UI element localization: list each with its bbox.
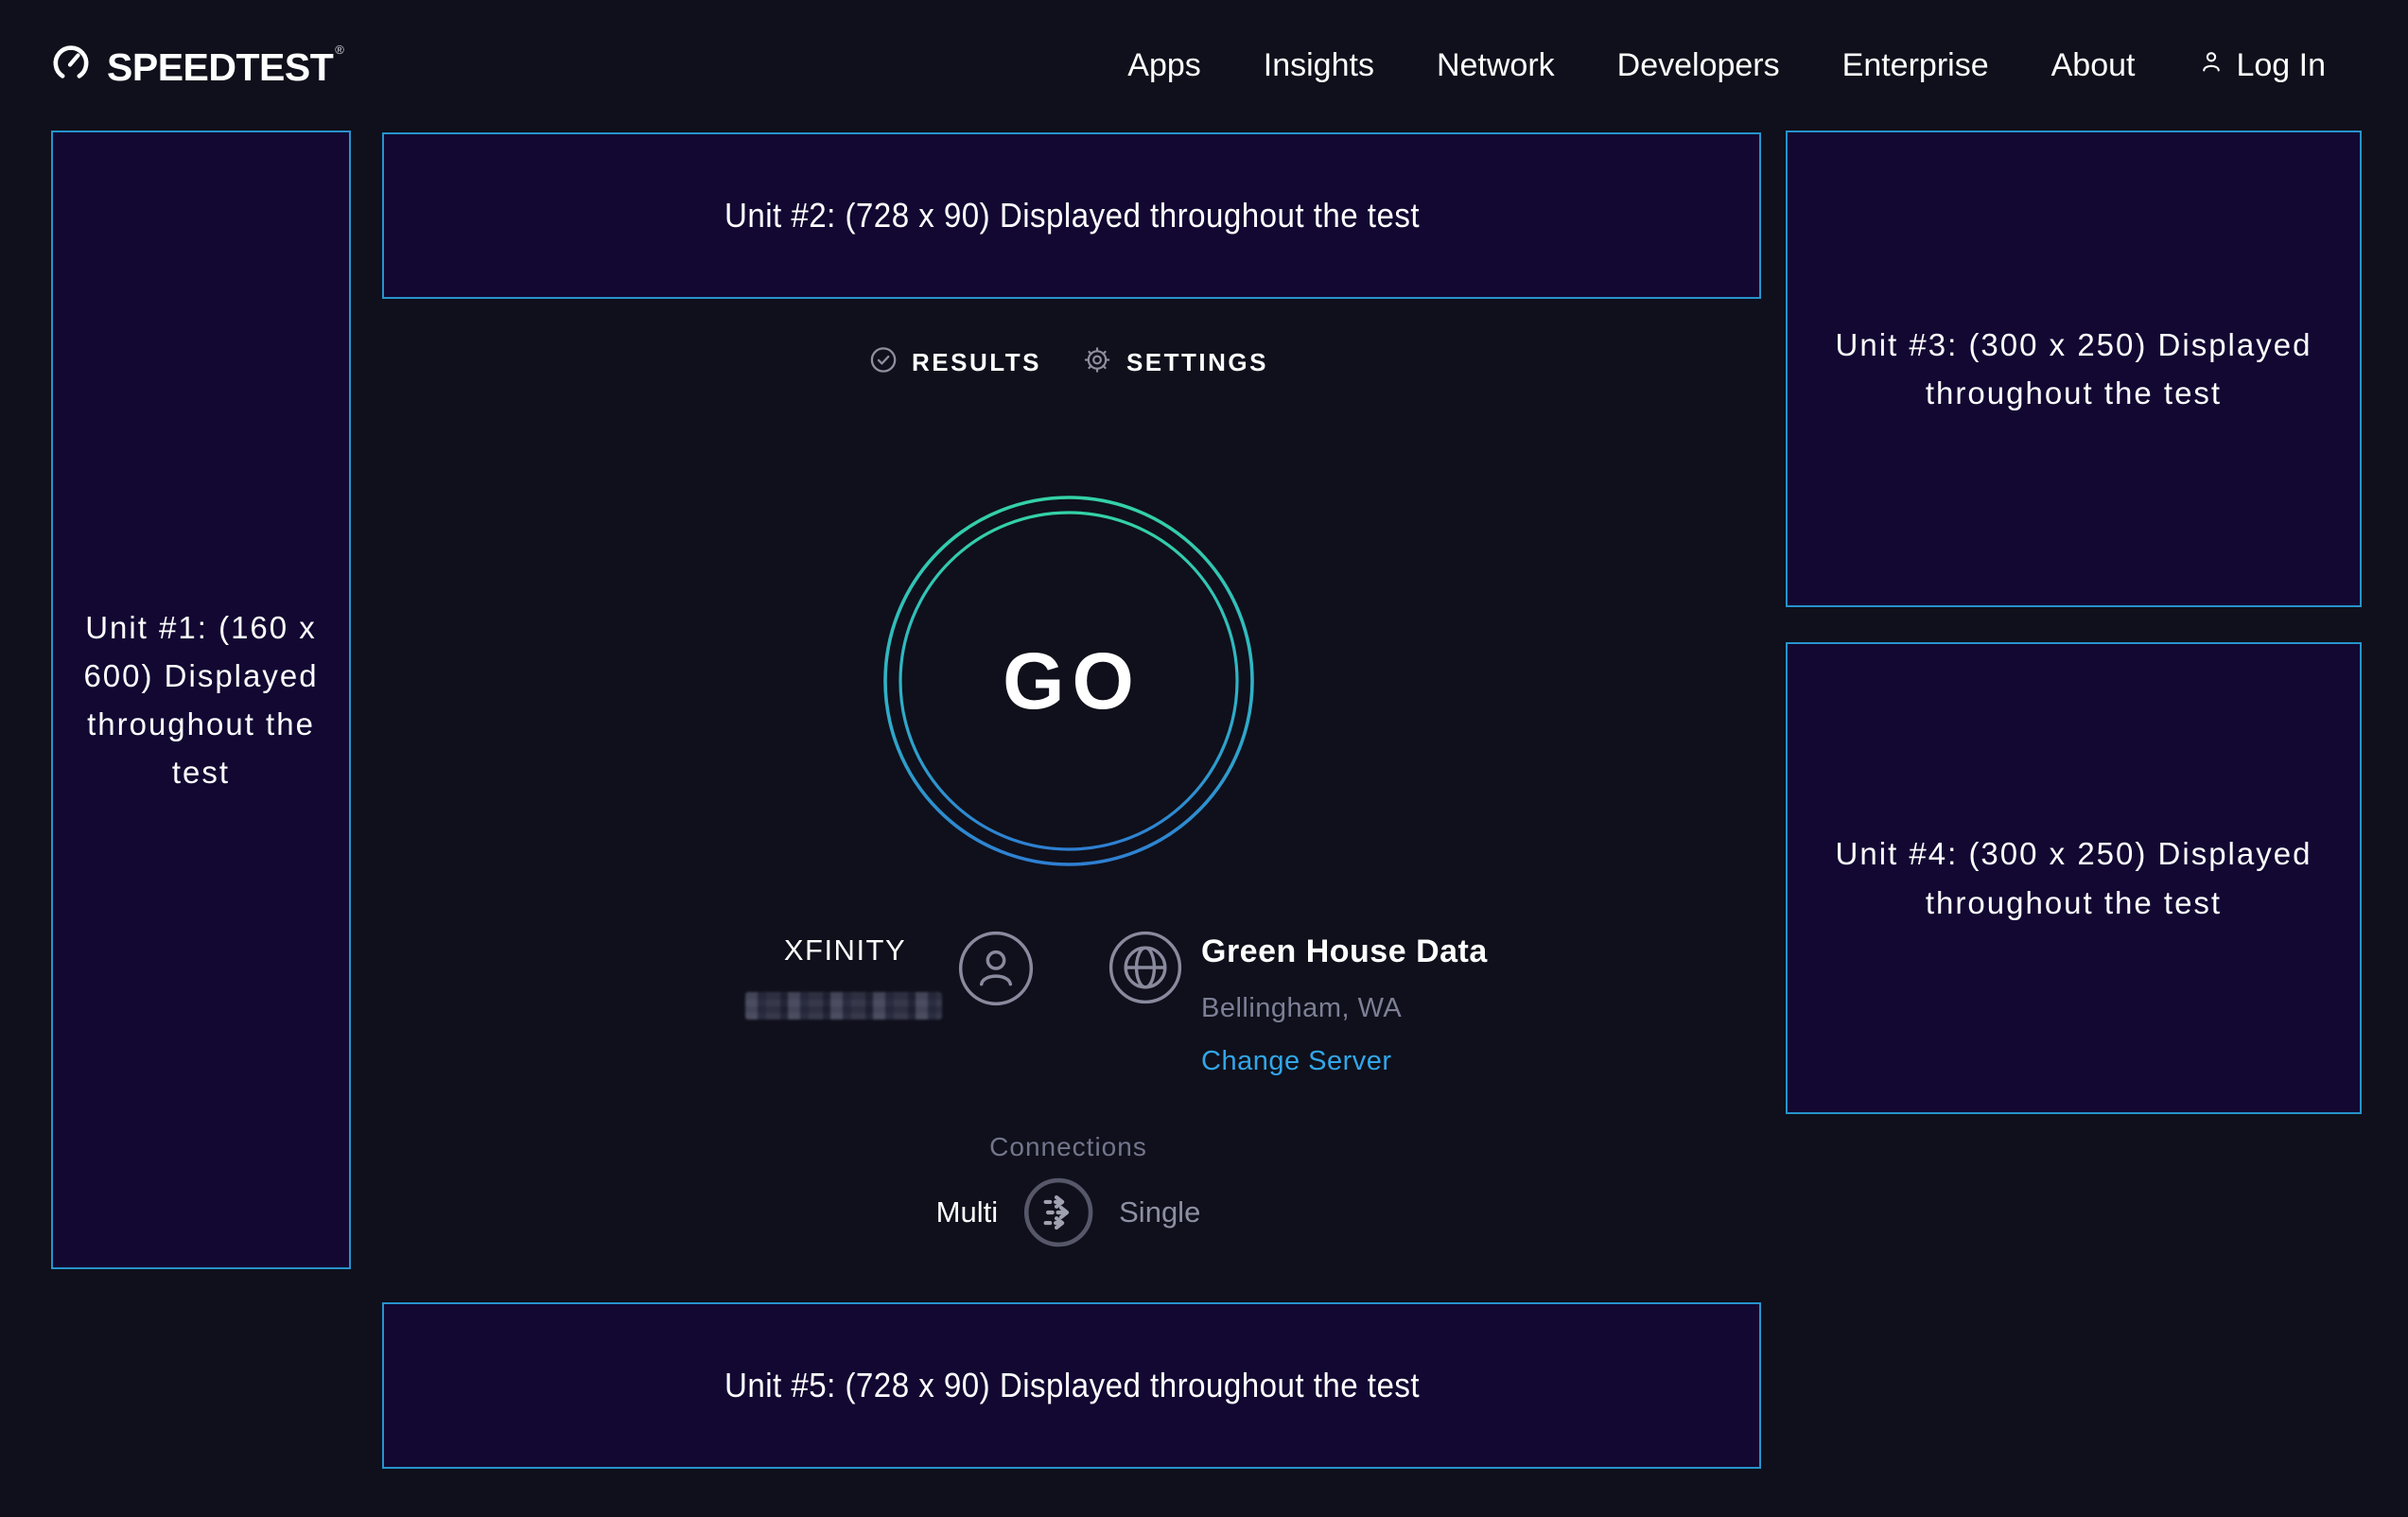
nav-item-apps[interactable]: Apps [1127,47,1201,84]
go-button-label: GO [880,492,1258,870]
server-location: Bellingham, WA [1201,993,1488,1024]
ad-unit-1-text: Unit #1: (160 x 600) Displayed throughou… [78,603,324,797]
server-name: Green House Data [1201,933,1488,970]
isp-name: XFINITY [748,933,942,968]
top-navbar: SPEEDTEST® Apps Insights Network Develop… [0,0,2408,131]
connections-toggle-row: Multi Single [936,1177,1201,1247]
nav-item-enterprise[interactable]: Enterprise [1842,47,1989,84]
login-button[interactable]: Log In [2197,47,2326,84]
ad-unit-1-skyscraper[interactable]: Unit #1: (160 x 600) Displayed throughou… [51,131,351,1269]
connections-single-label[interactable]: Single [1119,1195,1200,1229]
server-info: Green House Data Bellingham, WA Change S… [1201,933,1488,1077]
isp-user-icon [958,931,1034,1011]
test-area: RESULTS SETTINGS [351,131,1786,1512]
tab-settings-label: SETTINGS [1126,348,1268,377]
go-button[interactable]: GO [880,492,1258,870]
gear-icon [1083,345,1112,379]
change-server-link[interactable]: Change Server [1201,1046,1488,1077]
nav-item-developers[interactable]: Developers [1617,47,1780,84]
connections-multi-label[interactable]: Multi [936,1195,998,1229]
ad-unit-3-text: Unit #3: (300 x 250) Displayed throughou… [1812,321,2335,417]
connections-label: Connections [989,1132,1147,1162]
connections-toggle-icon[interactable] [1023,1177,1093,1247]
login-label: Log In [2236,47,2326,84]
user-icon [2197,47,2225,84]
check-circle-icon [868,345,898,379]
speedtest-page: SPEEDTEST® Apps Insights Network Develop… [0,0,2408,1517]
tabs-row: RESULTS SETTINGS [868,345,1268,379]
nav-item-about[interactable]: About [2051,47,2136,84]
obscured-ip-address [745,992,942,1020]
nav-item-insights[interactable]: Insights [1264,47,1374,84]
tab-results[interactable]: RESULTS [868,345,1041,379]
ad-unit-4-rectangle[interactable]: Unit #4: (300 x 250) Displayed throughou… [1786,642,2362,1114]
main-nav: Apps Insights Network Developers Enterpr… [1127,0,2326,131]
logo-wordmark: SPEEDTEST® [107,43,344,90]
ad-unit-4-text: Unit #4: (300 x 250) Displayed throughou… [1812,829,2335,926]
gauge-icon [50,44,92,87]
tab-settings[interactable]: SETTINGS [1083,345,1268,379]
logo-text: SPEEDTEST [107,45,333,89]
nav-item-network[interactable]: Network [1437,47,1555,84]
server-globe-icon [1108,931,1182,1009]
tab-results-label: RESULTS [912,348,1041,377]
logo-trademark: ® [335,43,344,57]
ad-unit-3-rectangle[interactable]: Unit #3: (300 x 250) Displayed throughou… [1786,131,2362,607]
speedtest-logo[interactable]: SPEEDTEST® [50,0,344,131]
